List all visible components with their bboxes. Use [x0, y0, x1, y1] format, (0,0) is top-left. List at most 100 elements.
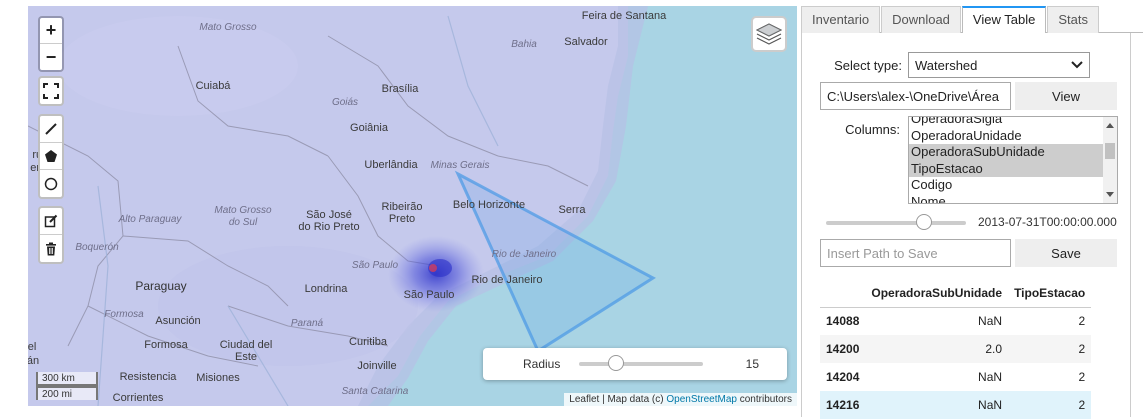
- map-label-feira-de-santana: Feira de Santana: [581, 10, 667, 22]
- radius-slider[interactable]: [579, 355, 703, 371]
- map-label-rio-de-janeiro-state: Rio de Janeiro: [491, 249, 557, 260]
- map-label-mato-grosso: Mato Grosso: [199, 22, 257, 33]
- table-cell-index: 14200: [820, 335, 866, 363]
- tab-inventario[interactable]: Inventario: [801, 6, 881, 33]
- table-cell: NaN: [978, 370, 1003, 384]
- columns-scrollbar[interactable]: [1103, 117, 1117, 203]
- column-option[interactable]: Nome: [909, 194, 1117, 204]
- map-label-rio-de-janeiro: Rio de Janeiro: [471, 274, 543, 286]
- map-label-goias: Goiás: [331, 97, 359, 108]
- save-path-input[interactable]: Insert Path to Save: [820, 239, 1011, 267]
- map-label-bahia: Bahia: [511, 39, 537, 50]
- date-slider-thumb[interactable]: [916, 214, 932, 230]
- column-option-selected[interactable]: OperadoraSubUnidade: [909, 144, 1117, 161]
- table-cell-index: 14216: [820, 391, 866, 419]
- scale-mi: 200 mi: [36, 386, 98, 400]
- table-cell-index: 14088: [826, 314, 860, 329]
- draw-polygon-button[interactable]: [40, 143, 62, 170]
- map-label-formosa: Formosa: [144, 339, 188, 351]
- map-label-joinville: Joinville: [357, 360, 397, 372]
- table-row[interactable]: 14216 NaN 2: [820, 391, 1092, 419]
- openstreetmap-link[interactable]: OpenStreetMap: [666, 394, 737, 405]
- table-cell: 2: [1008, 335, 1092, 363]
- column-option-selected[interactable]: TipoEstacao: [909, 160, 1117, 177]
- map-label-cuiaba: Cuiabá: [195, 80, 231, 92]
- table-row[interactable]: 14200 2.0 2: [820, 335, 1092, 363]
- map-label-brasilia: Brasília: [381, 83, 419, 95]
- column-option[interactable]: OperadoraUnidade: [909, 128, 1117, 145]
- layers-icon: [756, 23, 782, 45]
- map-label-ciudad-del-este: Ciudad del Este: [219, 339, 273, 363]
- draw-toolbar: [38, 114, 64, 199]
- attribution-suffix: contributors: [736, 394, 792, 405]
- delete-layers-button[interactable]: [40, 235, 62, 262]
- zoom-in-button[interactable]: +: [40, 18, 62, 44]
- edit-toolbar: [38, 206, 64, 264]
- edit-icon: [44, 214, 58, 228]
- map-view[interactable]: Feira de Santana Salvador Bahia Mato Gro…: [28, 6, 797, 406]
- zoom-out-button[interactable]: −: [40, 44, 62, 70]
- table-header-index: [820, 279, 866, 308]
- path-input[interactable]: C:\Users\alex-\OneDrive\Área: [820, 82, 1011, 110]
- map-label-alto-paraguay: Alto Paraguay: [118, 214, 182, 225]
- select-type-label: Select type:: [834, 57, 902, 73]
- tab-download[interactable]: Download: [881, 6, 961, 33]
- map-label-sao-jose-do-rio-preto: São José do Rio Preto: [298, 209, 360, 233]
- columns-label: Columns:: [845, 122, 900, 137]
- scroll-up-icon[interactable]: [1106, 123, 1114, 128]
- fullscreen-button[interactable]: [38, 76, 64, 106]
- table-cell: 2: [1078, 314, 1086, 329]
- map-label-an: án: [28, 355, 40, 367]
- column-option[interactable]: OperadoraSigla: [909, 117, 1117, 128]
- view-button[interactable]: View: [1015, 82, 1117, 110]
- map-label-formosa-region: Formosa: [104, 309, 144, 320]
- radius-control: Radius 15: [483, 348, 787, 380]
- map-label-misiones: Misiones: [196, 372, 240, 384]
- map-label-corrientes: Corrientes: [112, 392, 164, 404]
- map-label-mato-grosso-do-sul: Mato Grosso do Sul: [214, 205, 272, 228]
- table-cell: NaN: [978, 314, 1003, 329]
- map-label-goiania: Goiânia: [350, 122, 388, 134]
- trash-icon: [46, 242, 56, 255]
- map-label-londrina: Londrina: [304, 283, 348, 295]
- radius-value: 15: [745, 357, 759, 371]
- scrollbar-thumb[interactable]: [1105, 143, 1115, 159]
- polygon-icon: [45, 150, 57, 162]
- tab-stats[interactable]: Stats: [1047, 6, 1099, 33]
- map-label-asuncion: Asunción: [155, 315, 201, 327]
- map-label-curitiba: Curitiba: [349, 336, 387, 348]
- map-label-parana: Paraná: [290, 318, 324, 329]
- column-option[interactable]: Codigo: [909, 177, 1117, 194]
- tab-view-table[interactable]: View Table: [961, 6, 1047, 34]
- table-row[interactable]: 14204 NaN 2: [820, 363, 1091, 391]
- scroll-down-icon[interactable]: [1106, 192, 1114, 197]
- map-label-ribeirao-preto: Ribeirão Preto: [381, 201, 423, 225]
- date-slider[interactable]: [826, 214, 966, 230]
- radius-slider-thumb[interactable]: [608, 355, 625, 371]
- map-label-el: el: [28, 341, 37, 353]
- table-header-row: OperadoraSubUnidade TipoEstacao: [820, 279, 1092, 308]
- table-header-tipoestacao: TipoEstacao: [1008, 279, 1092, 308]
- map-label-boqueron: Boquerón: [75, 242, 119, 253]
- view-table-pane: Select type: Watershed C:\Users\alex-\On…: [801, 33, 1131, 419]
- side-panel: Inventario Download View Table Stats Sel…: [801, 6, 1143, 419]
- save-button[interactable]: Save: [1015, 239, 1117, 267]
- select-type-dropdown[interactable]: Watershed: [908, 52, 1090, 78]
- columns-multiselect[interactable]: OperadoraSigla OperadoraUnidade Operador…: [908, 116, 1118, 204]
- data-table: OperadoraSubUnidade TipoEstacao 14088 Na…: [820, 279, 1092, 419]
- map-label-paraguay: Paraguay: [135, 279, 187, 293]
- select-type-value: Watershed: [915, 57, 978, 73]
- table-cell-index: 14204: [826, 370, 860, 384]
- scale-km: 300 km: [36, 372, 98, 386]
- map-label-sao-paulo-state: São Paulo: [351, 260, 399, 271]
- chevron-down-icon: [1071, 61, 1083, 69]
- draw-circle-button[interactable]: [40, 170, 62, 197]
- table-cell: 2.0: [865, 335, 1009, 363]
- layers-control-button[interactable]: [751, 16, 787, 52]
- edit-layers-button[interactable]: [40, 208, 62, 235]
- circle-icon: [44, 177, 58, 190]
- table-row[interactable]: 14088 NaN 2: [820, 307, 1091, 335]
- draw-polyline-button[interactable]: [40, 116, 62, 143]
- radius-label: Radius: [523, 357, 561, 371]
- date-value: 2013-07-31T00:00:00.000: [978, 215, 1117, 229]
